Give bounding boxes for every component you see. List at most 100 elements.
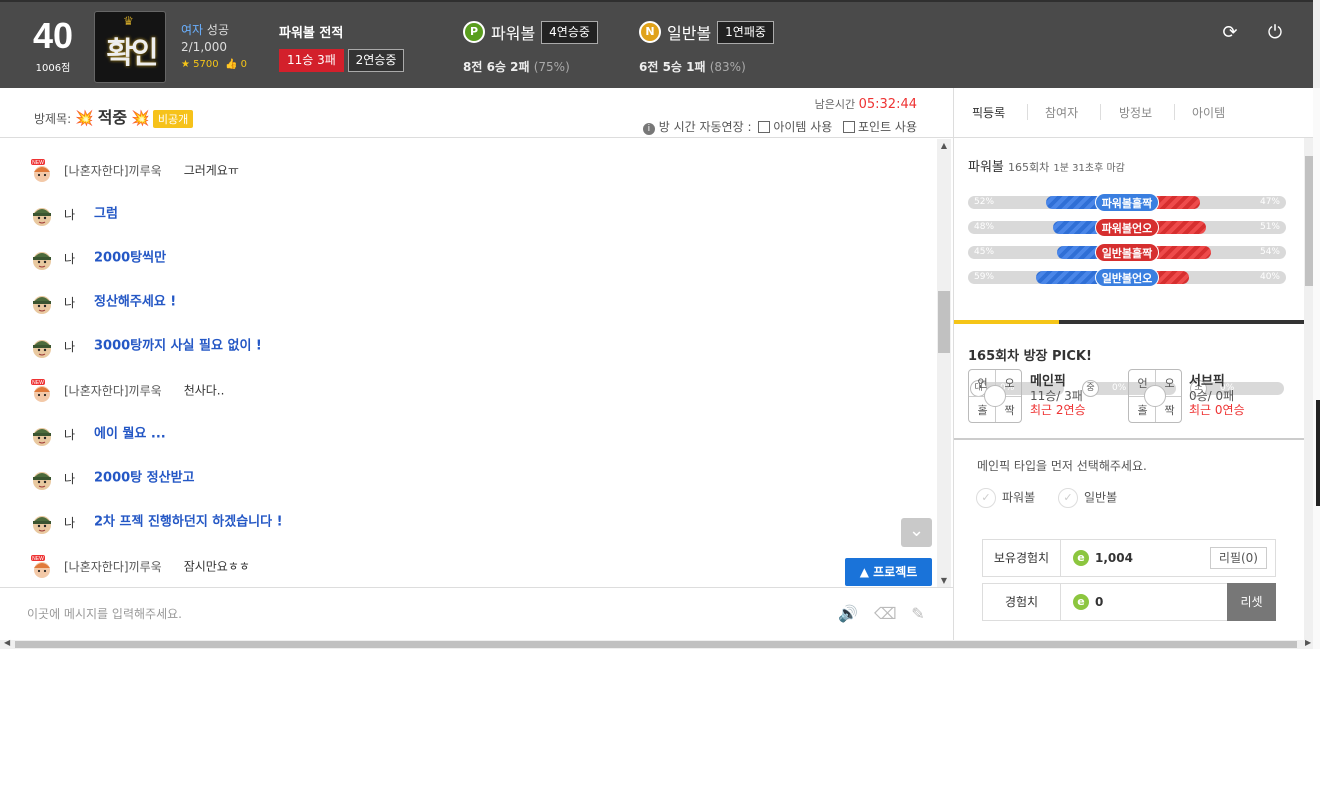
type-option-normal[interactable]: ✓ 일반볼 — [1058, 488, 1117, 508]
item-option-label: 아이템 사용 — [773, 120, 833, 134]
message-author[interactable]: 나 — [64, 247, 94, 271]
soldier-avatar-icon[interactable] — [30, 467, 54, 491]
new-user-avatar-icon[interactable]: NEW — [30, 378, 54, 403]
edge-strip — [1316, 400, 1320, 506]
type-option-label: 파워볼 — [1002, 490, 1036, 505]
type-option-label: 일반볼 — [1084, 490, 1118, 505]
power-icon[interactable]: ⏻ — [1266, 24, 1284, 42]
message-author[interactable]: 나 — [64, 203, 94, 227]
main-pick-grid[interactable]: 언 오 홀 짝 — [968, 369, 1022, 423]
ratio-right-pct: 54% — [1259, 247, 1280, 257]
ratio-left-pct: 59% — [974, 272, 995, 282]
ratio-label[interactable]: 파워볼홀짝 — [1095, 193, 1159, 212]
exp-row: 경험치 e 0 리셋 — [982, 583, 1276, 621]
svg-text:NEW: NEW — [32, 380, 44, 386]
like-count: 0 — [240, 59, 247, 70]
room-options: i 방 시간 자동연장 : 아이템 사용 포인트 사용 — [642, 118, 917, 135]
explosion-icon: 💥 — [75, 109, 94, 127]
message-author[interactable]: [나혼자한다]끼루욱 — [64, 379, 162, 403]
ratio-left-pct: 48% — [974, 222, 995, 232]
chat-scroll-thumb[interactable] — [938, 291, 950, 353]
grid-center — [984, 385, 1006, 407]
new-user-avatar-icon[interactable]: NEW — [30, 554, 54, 579]
horizontal-scroll-thumb[interactable] — [15, 641, 1297, 648]
chat-message: 나 정산해주세요 ! — [30, 290, 176, 314]
exp-coin-icon: e — [1073, 594, 1089, 610]
normalball-badge-icon: N — [639, 21, 661, 43]
scroll-up-icon[interactable]: ▲ — [937, 141, 951, 150]
section-divider — [954, 438, 1304, 440]
soldier-avatar-icon[interactable] — [30, 511, 54, 535]
auto-extend-label: 방 시간 자동연장 : — [658, 120, 752, 134]
magic-wand-icon[interactable]: ✎ — [908, 604, 928, 624]
chat-log[interactable]: NEW [나혼자한다]끼루욱 그러게요ㅠ 나 그럼 나 2000탕씩만 나 정산해주세요 ! 나 3… — [0, 139, 953, 587]
message-text: 그러게요ㅠ — [183, 163, 239, 178]
avatar[interactable]: ♛ 확인 — [94, 11, 166, 83]
refill-button[interactable]: 리필(0) — [1209, 547, 1267, 569]
round-progress-bar — [954, 320, 1304, 324]
soldier-avatar-icon[interactable] — [30, 291, 54, 315]
project-button[interactable]: ▲ 프로젝트 — [845, 558, 932, 586]
ratio-right-pct: 51% — [1259, 222, 1280, 232]
powerball-pct: (75%) — [533, 60, 570, 74]
soldier-avatar-icon[interactable] — [30, 335, 54, 359]
refresh-icon[interactable]: ⟳ — [1221, 24, 1239, 42]
chat-scrollbar[interactable]: ▲ ▼ — [937, 139, 951, 587]
panel-scroll-thumb[interactable] — [1305, 156, 1313, 286]
scroll-down-icon[interactable]: ▼ — [937, 576, 951, 585]
reset-button[interactable]: 리셋 — [1227, 583, 1276, 621]
eraser-icon[interactable]: ⌫ — [874, 604, 897, 624]
speaker-icon[interactable]: 🔊 — [838, 604, 858, 624]
main-pick-title: 메인픽 — [1030, 374, 1066, 389]
powerball-record: 파워볼 전적 11승 3패 2연승중 — [279, 22, 405, 72]
message-author[interactable]: 나 — [64, 511, 94, 535]
sub-pick-recent: 최근 0연승 — [1189, 403, 1245, 417]
scroll-left-icon[interactable]: ◀ — [4, 638, 10, 647]
record-winloss: 11승 3패 — [279, 49, 344, 72]
message-text: 정산해주세요 ! — [94, 294, 177, 310]
ratio-right-pct: 40% — [1259, 272, 1280, 282]
powerball-badge-icon: P — [463, 21, 485, 43]
round-deadline: 1분 31초후 마감 — [1053, 163, 1125, 174]
user-status: 성공 — [206, 23, 230, 37]
scroll-bottom-button[interactable]: ⌄ — [901, 518, 932, 547]
message-author[interactable]: [나혼자한다]끼루욱 — [64, 555, 162, 579]
message-author[interactable]: 나 — [64, 335, 94, 359]
main-pick-info: 메인픽 11승/ 3패 최근 2연승 — [1030, 374, 1086, 418]
panel-scrollbar[interactable] — [1304, 138, 1313, 640]
tab-items[interactable]: 아이템 — [1192, 104, 1225, 121]
message-author[interactable]: 나 — [64, 467, 94, 491]
point-checkbox[interactable] — [842, 121, 855, 133]
item-checkbox[interactable] — [758, 121, 771, 133]
normalball-streak: 1연패중 — [717, 20, 774, 44]
chat-message: 나 2000탕 정산받고 — [30, 466, 195, 490]
new-user-avatar-icon[interactable]: NEW — [30, 158, 54, 183]
soldier-avatar-icon[interactable] — [30, 247, 54, 271]
message-text: 3000탕까지 사실 필요 없이 ! — [94, 338, 262, 354]
medium-pct: 0% — [1112, 383, 1127, 393]
main-pick-record: 11승/ 3패 — [1030, 389, 1083, 403]
horizontal-scrollbar[interactable]: ◀ ▶ — [0, 638, 1313, 649]
message-author[interactable]: 나 — [64, 423, 94, 447]
tab-pick[interactable]: 픽등록 — [972, 104, 1005, 121]
powerball-summary: P 파워볼 4연승중 8전 6승 2패 (75%) — [463, 20, 598, 75]
room-title: 적중 — [97, 108, 128, 127]
message-author[interactable]: [나혼자한다]끼루욱 — [64, 159, 162, 183]
ratio-label[interactable]: 파워볼언오 — [1095, 218, 1159, 237]
soldier-avatar-icon[interactable] — [30, 423, 54, 447]
message-author[interactable]: 나 — [64, 291, 94, 315]
sub-pick-grid[interactable]: 언 오 홀 짝 — [1128, 369, 1182, 423]
tab-room-info[interactable]: 방정보 — [1119, 104, 1152, 121]
ratio-label[interactable]: 일반볼언오 — [1095, 268, 1159, 287]
chat-message: 나 에이 뭘요 ... — [30, 422, 166, 446]
ratio-label[interactable]: 일반볼홀짝 — [1095, 243, 1159, 262]
right-panel: 픽등록 참여자 방정보 아이템 파워볼 165회차 1분 31초후 마감 52%… — [953, 88, 1313, 640]
tab-participants[interactable]: 참여자 — [1045, 104, 1078, 121]
tab-divider — [1100, 104, 1101, 120]
check-icon: ✓ — [976, 488, 996, 508]
soldier-avatar-icon[interactable] — [30, 203, 54, 227]
user-count: 2/1,000 — [181, 40, 228, 54]
type-option-power[interactable]: ✓ 파워볼 — [976, 488, 1035, 508]
message-text: 천사다.. — [183, 383, 225, 398]
chat-input[interactable] — [27, 603, 807, 625]
